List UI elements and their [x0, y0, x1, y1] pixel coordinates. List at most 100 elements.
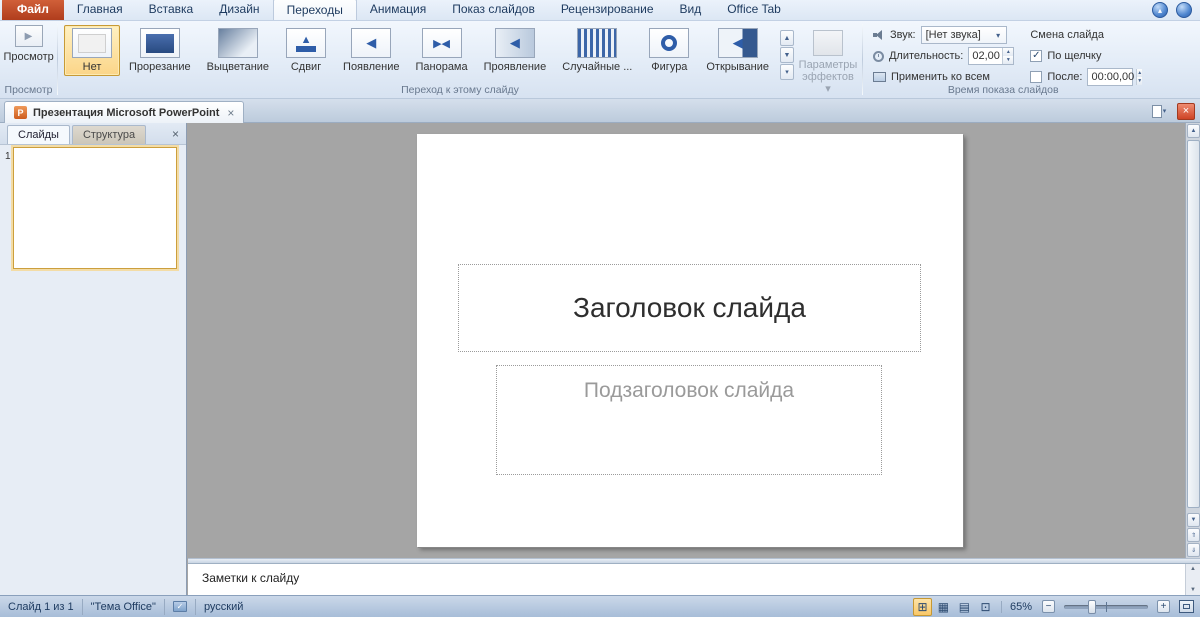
theme-indicator[interactable]: "Тема Office" — [83, 598, 165, 615]
help-button[interactable] — [1176, 2, 1192, 18]
tab-home[interactable]: Главная — [64, 0, 136, 20]
status-bar-right: ⊞ ▦ ▤ ⊡ 65% − + — [912, 597, 1200, 616]
gallery-scroll-up-button[interactable]: ▲ — [779, 30, 794, 46]
workspace: Слайды Структура × 1 Заголовок слайда По… — [0, 123, 1200, 595]
spellcheck-indicator[interactable]: ✓ — [165, 598, 196, 615]
document-tab-controls: ▾ × — [1147, 102, 1195, 120]
document-tab[interactable]: P Презентация Microsoft PowerPoint × — [4, 101, 245, 123]
tab-slides[interactable]: Слайды — [7, 125, 70, 144]
fit-to-window-button[interactable] — [1179, 600, 1194, 613]
tab-outline[interactable]: Структура — [71, 125, 147, 144]
duration-label: Длительность: — [888, 50, 964, 62]
tab-slideshow[interactable]: Показ слайдов — [439, 0, 548, 20]
spinner-buttons[interactable]: ▲ ▼ — [1002, 48, 1014, 64]
notes-pane[interactable]: Заметки к слайду ▲ ▼ — [188, 564, 1200, 595]
new-tab-button[interactable]: ▾ — [1147, 102, 1171, 120]
transition-fade[interactable]: Выцветание — [200, 25, 276, 76]
gallery-more-button[interactable]: ▾ — [779, 64, 794, 80]
tab-view[interactable]: Вид — [667, 0, 715, 20]
vertical-scrollbar[interactable]: ▲ ▼ ⇑ ⇓ — [1185, 123, 1200, 558]
down-icon: ▼ — [783, 51, 791, 59]
transition-group-label: Переход к этому слайду — [401, 84, 519, 96]
notes-placeholder[interactable]: Заметки к слайду — [188, 564, 1200, 585]
zoom-slider-thumb[interactable] — [1088, 599, 1096, 614]
close-document-tab-icon[interactable]: × — [227, 106, 234, 120]
transition-random-bars-icon — [577, 28, 618, 58]
transition-uncover[interactable]: ◀ Открывание — [699, 25, 776, 76]
gallery-scroll-down-button[interactable]: ▼ — [779, 47, 794, 63]
spinner-buttons[interactable]: ▲ ▼ — [1136, 69, 1143, 85]
slideshow-icon: ⊡ — [980, 599, 991, 614]
plus-icon: + — [1160, 600, 1167, 612]
slide-thumbnail[interactable] — [13, 147, 177, 269]
advance-slide-header: Смена слайда — [1030, 29, 1104, 41]
sound-label: Звук: — [889, 29, 916, 41]
normal-view-button[interactable]: ⊞ — [912, 597, 932, 616]
notes-scrollbar[interactable]: ▲ ▼ — [1185, 564, 1200, 595]
tab-animations[interactable]: Анимация — [357, 0, 439, 20]
tab-design[interactable]: Дизайн — [206, 0, 272, 20]
effect-options-icon — [812, 30, 843, 56]
collapse-ribbon-button[interactable]: ▴ — [1152, 2, 1168, 18]
on-click-option[interactable]: ✓ По щелчку — [1030, 47, 1133, 65]
transition-cut-icon — [139, 28, 180, 58]
clock-icon — [872, 50, 884, 62]
transition-reveal-icon: ◀ — [494, 28, 535, 58]
transition-reveal[interactable]: ◀ Проявление — [477, 25, 554, 76]
powerpoint-window: Файл Главная Вставка Дизайн Переходы Ани… — [0, 0, 1200, 617]
dropdown-icon: ▾ — [1162, 108, 1167, 115]
transition-random-bars[interactable]: Случайные ... — [555, 25, 639, 76]
preview-icon: ▶ — [14, 25, 43, 47]
tab-insert[interactable]: Вставка — [136, 0, 207, 20]
transition-gallery-group: Нет Прорезание Выцветание ▲ Сдвиг ◀ Появ… — [58, 21, 862, 98]
slide-counter[interactable]: Слайд 1 из 1 — [0, 598, 83, 615]
zoom-in-button[interactable]: + — [1157, 600, 1170, 613]
slides-panel-tabs: Слайды Структура × — [0, 123, 186, 145]
next-slide-button[interactable]: ⇓ — [1187, 543, 1200, 557]
preview-group-label: Просмотр — [4, 84, 53, 96]
transition-shape[interactable]: Фигура — [641, 25, 697, 76]
tab-review[interactable]: Рецензирование — [548, 0, 667, 20]
slideshow-button[interactable]: ⊡ — [976, 598, 995, 616]
up-icon: ▲ — [783, 34, 791, 42]
reading-view-button[interactable]: ▤ — [955, 598, 974, 616]
scrollbar-thumb[interactable] — [1187, 140, 1200, 508]
on-click-checkbox-checked[interactable]: ✓ — [1030, 50, 1043, 62]
powerpoint-icon: P — [14, 106, 27, 119]
tab-transitions[interactable]: Переходы — [272, 0, 357, 20]
ribbon-tab-bar: Файл Главная Вставка Дизайн Переходы Ани… — [0, 0, 1200, 21]
zoom-slider[interactable] — [1064, 599, 1148, 614]
transition-cut[interactable]: Прорезание — [122, 25, 198, 76]
tab-file[interactable]: Файл — [2, 0, 64, 20]
duration-spinner[interactable]: 02,00 ▲ ▼ — [968, 47, 1015, 65]
sound-dropdown[interactable]: [Нет звука] ▾ — [920, 26, 1007, 44]
transition-none[interactable]: Нет — [64, 25, 120, 76]
transition-wipe[interactable]: ◀ Появление — [336, 25, 406, 76]
tab-office-tab[interactable]: Office Tab — [714, 0, 794, 20]
language-indicator[interactable]: русский — [196, 599, 251, 615]
transition-push[interactable]: ▲ Сдвиг — [278, 25, 334, 76]
status-bar: Слайд 1 из 1 "Тема Office" ✓ русский ⊞ ▦… — [0, 595, 1200, 617]
notes-scroll-down-icon[interactable]: ▼ — [1190, 587, 1196, 593]
scroll-down-button[interactable]: ▼ — [1187, 513, 1200, 527]
new-document-icon — [1151, 104, 1162, 118]
slide-canvas[interactable]: Заголовок слайда Подзаголовок слайда — [417, 134, 963, 547]
spin-up-icon: ▲ — [1003, 48, 1014, 56]
play-icon: ▶ — [24, 30, 33, 42]
close-panel-icon[interactable]: × — [172, 127, 179, 141]
apply-all-icon — [872, 72, 886, 82]
zoom-level[interactable]: 65% — [1000, 600, 1040, 613]
zoom-out-button[interactable]: − — [1042, 600, 1055, 613]
scroll-up-button[interactable]: ▲ — [1187, 124, 1200, 138]
transition-pan[interactable]: ▶ ◀ Панорама — [408, 25, 474, 76]
preview-button[interactable]: ▶ Просмотр — [4, 25, 54, 63]
title-placeholder[interactable]: Заголовок слайда — [458, 264, 921, 352]
notes-scroll-up-icon[interactable]: ▲ — [1190, 566, 1196, 572]
close-document-button[interactable]: × — [1177, 102, 1195, 120]
slide-sorter-button[interactable]: ▦ — [934, 598, 953, 616]
after-checkbox-unchecked[interactable] — [1030, 71, 1043, 83]
previous-slide-button[interactable]: ⇑ — [1187, 528, 1200, 542]
subtitle-placeholder[interactable]: Подзаголовок слайда — [496, 365, 882, 475]
document-tab-title: Презентация Microsoft PowerPoint — [33, 106, 220, 119]
transition-shape-icon — [649, 28, 690, 58]
